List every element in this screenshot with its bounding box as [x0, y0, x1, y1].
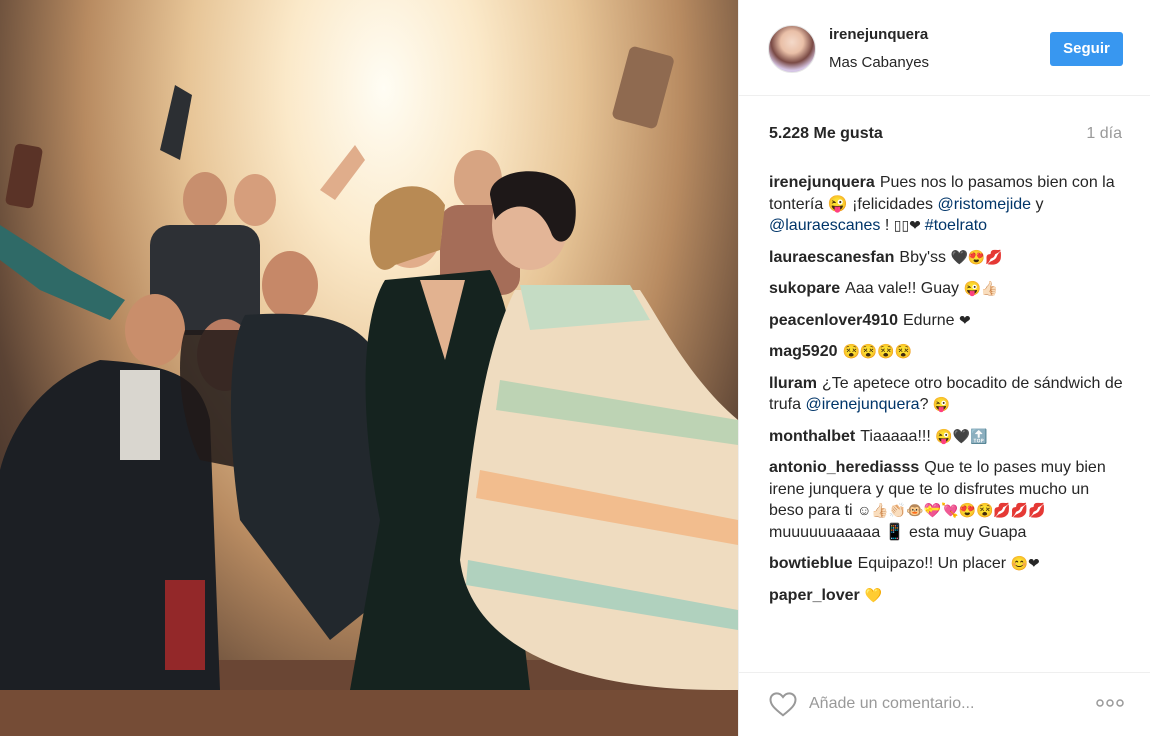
- comment-user[interactable]: lluram: [769, 375, 817, 392]
- mention-link[interactable]: @ristomejide: [937, 196, 1031, 213]
- list-item: monthalbet Tiaaaaa!!! 😜🖤🔝: [769, 426, 1125, 448]
- list-item: antonio_herediasss Que te lo pases muy bi…: [769, 457, 1125, 543]
- mention-link[interactable]: @lauraescanes: [769, 217, 880, 234]
- comment-text: ?: [919, 396, 933, 413]
- emoji: 😊❤: [1010, 555, 1040, 571]
- comment-input[interactable]: [809, 691, 1069, 717]
- comment-text: Bby'ss: [899, 248, 951, 266]
- caption: irenejunquera Pues nos lo pasamos bien co…: [769, 172, 1125, 237]
- list-item: peacenlover4910 Edurne ❤: [769, 310, 1125, 332]
- post-details-panel: irenejunquera Mas Cabanyes Seguir 5.228 …: [738, 0, 1150, 736]
- emoji: 😜🖤🔝: [935, 427, 988, 444]
- caption-text: !: [880, 217, 894, 234]
- photo-illustration: [0, 46, 738, 736]
- comment-user[interactable]: lauraescanesfan: [769, 249, 894, 266]
- emoji: 😜👍🏻: [963, 280, 999, 296]
- heart-icon[interactable]: [768, 689, 798, 719]
- comment-user[interactable]: irenejunquera: [769, 174, 875, 191]
- list-item: lluram ¿Te apetece otro bocadito de sándw…: [769, 373, 1125, 416]
- location-link[interactable]: Mas Cabanyes: [829, 54, 929, 71]
- hashtag-link[interactable]: #toelrato: [925, 217, 987, 234]
- username-link[interactable]: irenejunquera: [829, 26, 928, 43]
- comment-text: Equipazo!! Un placer: [857, 555, 1011, 572]
- emoji: 💛: [864, 586, 883, 603]
- follow-button[interactable]: Seguir: [1050, 32, 1123, 66]
- comment-text: Edurne: [902, 311, 960, 329]
- comment-user[interactable]: bowtieblue: [769, 555, 853, 572]
- comment-text: Tiaaaaa!!!: [860, 427, 936, 445]
- emoji: 😵😵😵😵: [842, 343, 913, 359]
- list-item: bowtieblue Equipazo!! Un placer 😊❤: [769, 553, 1125, 575]
- comment-text: Aaa vale!! Guay: [845, 280, 964, 297]
- post-photo[interactable]: [0, 0, 738, 736]
- likes-count[interactable]: 5.228 Me gusta: [769, 125, 883, 143]
- emoji: ▯▯❤: [893, 217, 925, 233]
- avatar[interactable]: [768, 25, 816, 73]
- caption-text: y: [1031, 195, 1044, 213]
- list-item: sukopare Aaa vale!! Guay 😜👍🏻: [769, 278, 1125, 300]
- comment-user[interactable]: peacenlover4910: [769, 312, 898, 329]
- emoji: 😜: [932, 396, 951, 412]
- emoji: ☺👍🏻👏🏻🐵💝💘😍😵💋💋💋: [857, 502, 1046, 518]
- list-item: paper_lover 💛: [769, 585, 1125, 607]
- comments-list: irenejunquera Pues nos lo pasamos bien co…: [769, 172, 1125, 616]
- comment-user[interactable]: mag5920: [769, 343, 838, 360]
- post-time: 1 día: [1086, 125, 1122, 142]
- comment-user[interactable]: paper_lover: [769, 587, 860, 604]
- add-comment-bar: [739, 672, 1150, 736]
- mention-link[interactable]: @irenejunquera: [805, 396, 919, 413]
- list-item: mag5920 😵😵😵😵: [769, 341, 1125, 363]
- comment-user[interactable]: sukopare: [769, 280, 840, 297]
- emoji: ❤: [959, 311, 971, 328]
- emoji: 🖤😍💋: [950, 248, 1003, 265]
- post-header: irenejunquera Mas Cabanyes Seguir: [739, 0, 1150, 96]
- comment-text: muuuuuuaaaaa 📱 esta muy Guapa: [769, 523, 1027, 541]
- more-options-icon[interactable]: [1095, 693, 1125, 713]
- comment-user[interactable]: monthalbet: [769, 428, 855, 445]
- comment-user[interactable]: antonio_herediasss: [769, 459, 919, 476]
- list-item: lauraescanesfan Bby'ss 🖤😍💋: [769, 247, 1125, 269]
